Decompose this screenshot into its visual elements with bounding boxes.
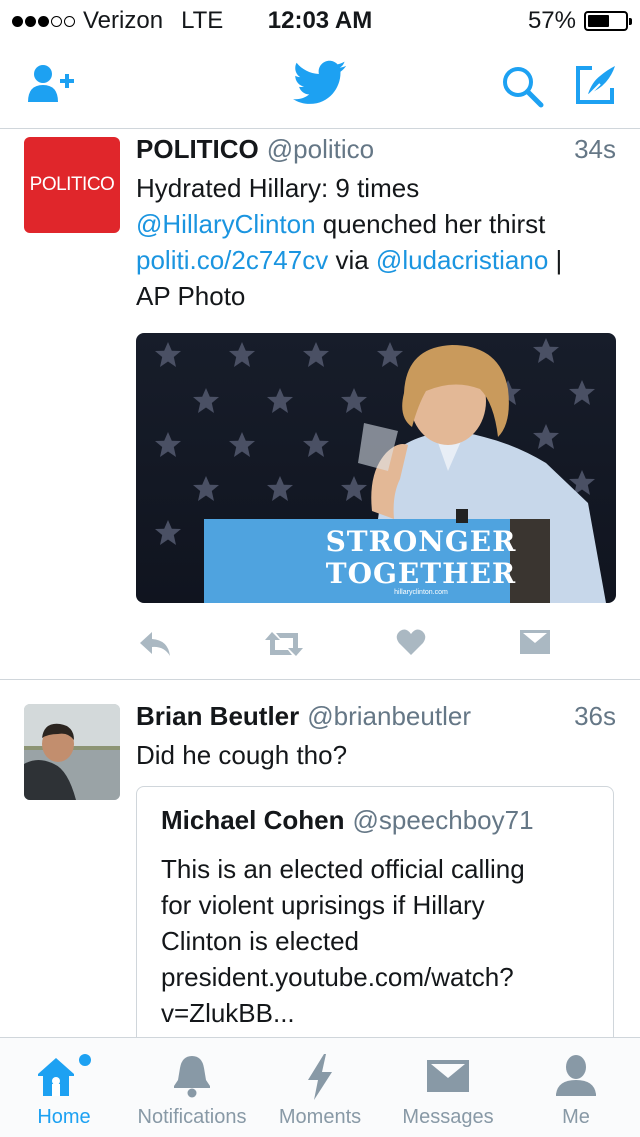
like-heart-icon[interactable]	[396, 628, 426, 661]
search-icon[interactable]	[500, 64, 544, 113]
mention-link[interactable]: @ludacristiano	[376, 245, 548, 275]
author-name[interactable]: POLITICO	[136, 134, 259, 164]
sign-url: hillaryclinton.com	[394, 589, 448, 596]
envelope-icon	[427, 1060, 469, 1097]
lightning-icon	[306, 1054, 334, 1105]
tweet-timestamp: 36s	[574, 701, 616, 731]
tweet-text-segment: via	[328, 245, 376, 275]
tweet-text-segment: Hydrated Hillary: 9 times	[136, 173, 420, 203]
bell-icon	[172, 1054, 212, 1103]
battery-icon	[584, 11, 632, 31]
person-icon	[554, 1054, 598, 1103]
url-link[interactable]: politi.co/2c747cv	[136, 245, 328, 275]
avatar-logo-text: POLITICO	[29, 174, 115, 195]
tweet-text-segment: |	[548, 245, 563, 275]
tweet-text: Did he cough tho?	[136, 740, 348, 770]
avatar[interactable]: POLITICO	[24, 137, 120, 233]
author-handle[interactable]: @brianbeutler	[307, 701, 471, 731]
reply-icon[interactable]	[138, 630, 172, 663]
tweet-text-segment: quenched her thirst	[315, 209, 546, 239]
tab-label: Home	[37, 1106, 91, 1128]
quoted-text-line: Clinton is elected	[161, 926, 359, 956]
avatar-photo	[24, 704, 120, 800]
tweet-text: Hydrated Hillary: 9 times @HillaryClinto…	[136, 170, 616, 314]
mention-link[interactable]: @HillaryClinton	[136, 209, 316, 239]
tab-notifications[interactable]: Notifications	[128, 1038, 256, 1137]
compose-icon[interactable]	[574, 62, 618, 111]
top-nav-bar	[0, 40, 640, 129]
tweet-photo[interactable]: STRONGER TOGETHER hillaryclinton.com	[136, 333, 616, 603]
sign-text-line-1: STRONGER	[325, 525, 517, 558]
tab-messages[interactable]: Messages	[384, 1038, 512, 1137]
tab-label: Me	[562, 1106, 590, 1128]
quoted-text-line: president.youtube.com/watch?	[161, 962, 514, 992]
add-user-icon[interactable]	[26, 62, 78, 109]
tweet-actions	[136, 626, 616, 666]
tab-moments[interactable]: Moments	[256, 1038, 384, 1137]
home-icon	[34, 1054, 94, 1103]
bottom-tab-bar: Home Notifications Moments Messages Me	[0, 1037, 640, 1137]
avatar[interactable]	[24, 704, 120, 800]
tab-home[interactable]: Home	[0, 1038, 128, 1137]
quoted-author-name[interactable]: Michael Cohen	[161, 805, 344, 835]
tab-me[interactable]: Me	[512, 1038, 640, 1137]
status-bar: Verizon LTE 12:03 AM 57%	[0, 0, 640, 40]
retweet-icon[interactable]	[264, 630, 304, 663]
tab-label: Messages	[402, 1106, 494, 1128]
tab-label: Notifications	[137, 1106, 247, 1128]
tweet-timestamp: 34s	[574, 134, 616, 164]
quoted-text-line: v=ZlukBB...	[161, 998, 295, 1028]
tab-label: Moments	[278, 1106, 362, 1128]
tweet-text-segment: AP Photo	[136, 281, 246, 311]
author-handle[interactable]: @politico	[267, 134, 374, 164]
sign-text-line-2: TOGETHER	[325, 557, 517, 590]
quoted-text-line: This is an elected official calling	[161, 854, 525, 884]
quoted-text-line: for violent uprisings if Hillary	[161, 890, 485, 920]
battery-percent: 57%	[527, 7, 576, 34]
quoted-author-handle[interactable]: @speechboy71	[352, 805, 533, 835]
direct-message-icon[interactable]	[520, 630, 550, 659]
tweet-divider	[0, 679, 640, 680]
author-name[interactable]: Brian Beutler	[136, 701, 299, 731]
quoted-tweet-text: This is an elected official calling for …	[161, 851, 525, 1031]
twitter-bird-icon[interactable]	[293, 60, 347, 111]
